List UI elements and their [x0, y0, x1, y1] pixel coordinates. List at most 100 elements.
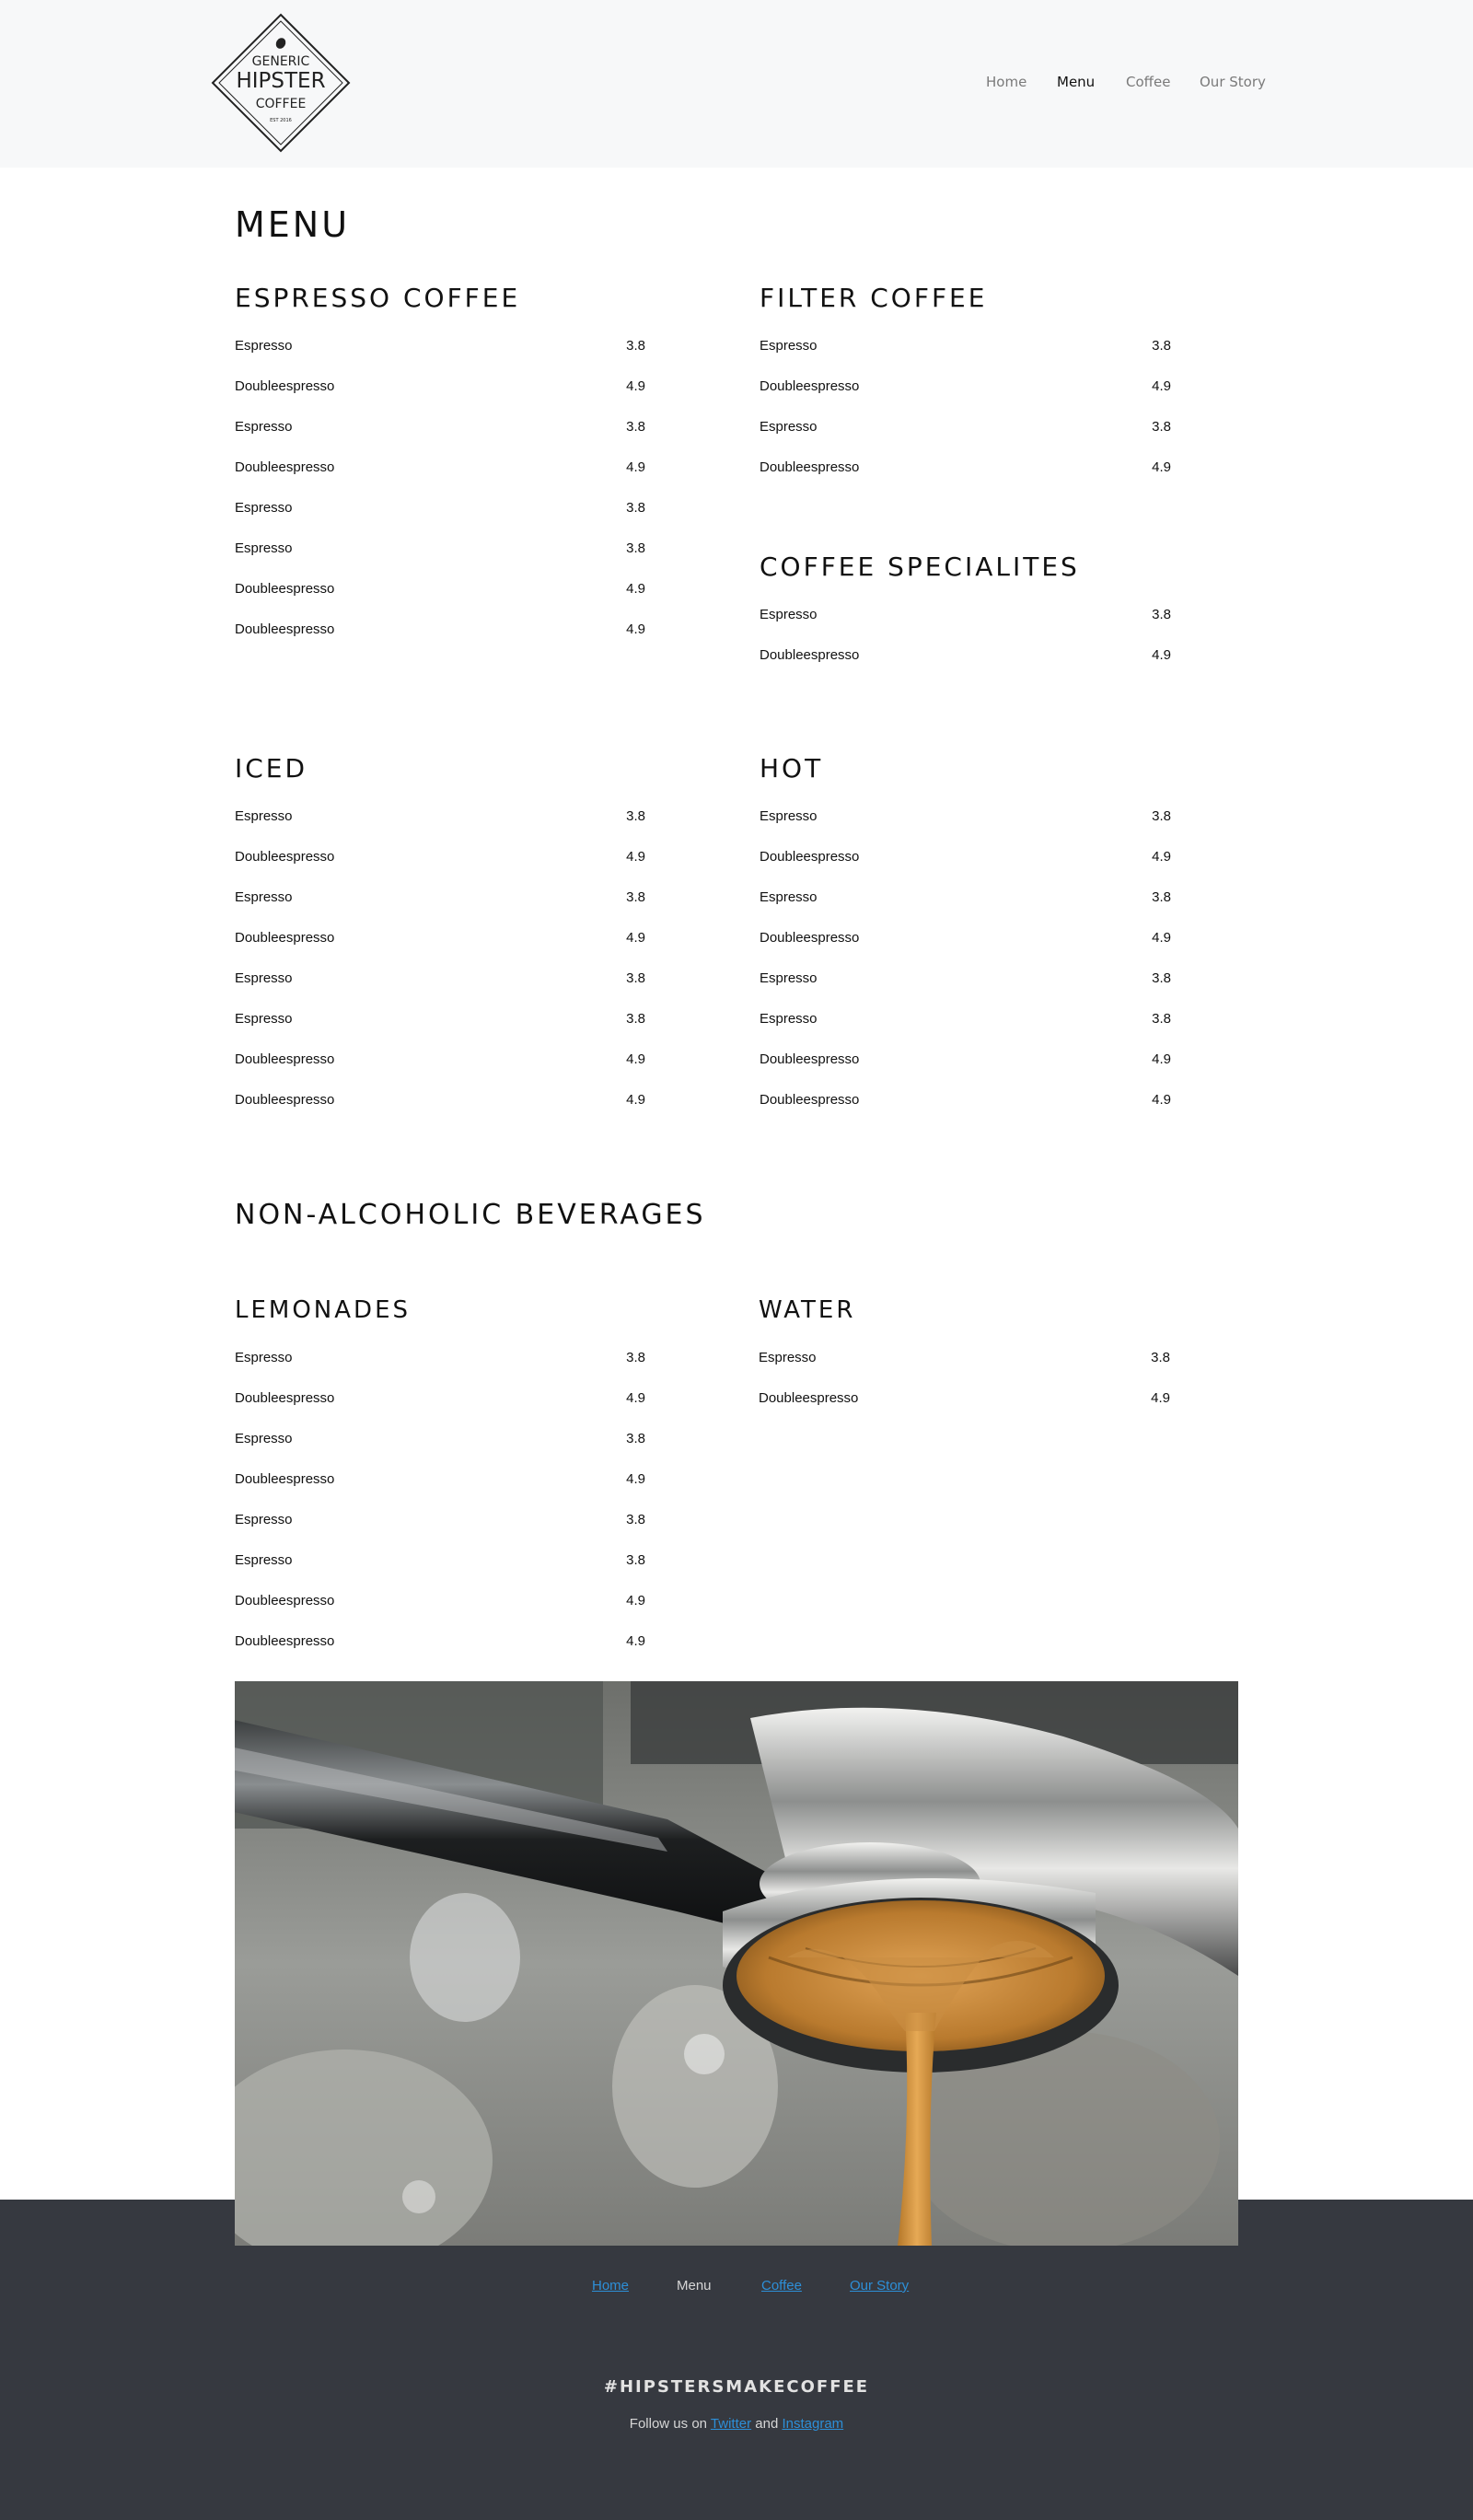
- section-lemonades: LEMONADES Espresso 3.8 Doubleespresso 4.9 Es…: [235, 1292, 645, 1662]
- section-espresso: ESPRESSO COFFEE Espresso 3.8 Doubleespress…: [235, 280, 645, 650]
- menu-item-name: Doubleespresso: [760, 849, 860, 865]
- footer-nav-our-story[interactable]: Our Story: [850, 2278, 909, 2294]
- menu-item-price: 3.8: [1152, 338, 1171, 354]
- menu-item-price: 3.8: [626, 1350, 645, 1365]
- menu-item: Doubleespresso 4.9: [235, 1378, 645, 1419]
- menu-item: Espresso 3.8: [235, 1540, 645, 1581]
- menu-item: Espresso 3.8: [760, 877, 1171, 918]
- non-alcoholic-title: NON-ALCOHOLIC BEVERAGES: [235, 1199, 706, 1231]
- menu-item: Doubleespresso 4.9: [760, 918, 1171, 958]
- menu-item: Espresso 3.8: [235, 326, 645, 366]
- site-footer: [0, 2200, 1473, 2520]
- menu-list: Espresso 3.8 Doubleespresso 4.9: [760, 595, 1171, 676]
- menu-item-price: 4.9: [626, 930, 645, 946]
- menu-item-name: Doubleespresso: [235, 1092, 335, 1108]
- section-title: ESPRESSO COFFEE: [235, 283, 521, 313]
- nav-coffee[interactable]: Coffee: [1126, 74, 1170, 90]
- menu-item: Doubleespresso 4.9: [760, 366, 1171, 407]
- menu-item-name: Espresso: [760, 338, 818, 354]
- brand-est: EST 2016: [270, 118, 292, 123]
- footer-nav: Home Menu Coffee Our Story: [0, 2278, 1473, 2298]
- menu-item-name: Doubleespresso: [235, 849, 335, 865]
- menu-item: Espresso 3.8: [760, 958, 1171, 999]
- nav-our-story[interactable]: Our Story: [1200, 74, 1266, 90]
- menu-item-price: 3.8: [1152, 1011, 1171, 1027]
- menu-item: Espresso 3.8: [235, 999, 645, 1039]
- menu-item: Espresso 3.8: [235, 877, 645, 918]
- menu-item: Doubleespresso 4.9: [235, 1080, 645, 1121]
- menu-list: Espresso 3.8 Doubleespresso 4.9 Espresso 3.8 D…: [760, 796, 1171, 1121]
- menu-item-price: 4.9: [1152, 647, 1171, 663]
- menu-item-name: Espresso: [235, 889, 293, 905]
- menu-item: Doubleespresso 4.9: [759, 1378, 1170, 1419]
- menu-item-price: 3.8: [1152, 970, 1171, 986]
- site-header: GENERIC HIPSTER COFFEE EST 2016 Home Men…: [0, 0, 1473, 168]
- menu-item-price: 4.9: [626, 1051, 645, 1067]
- menu-item: Doubleespresso 4.9: [235, 1459, 645, 1500]
- follow-and: and: [755, 2416, 779, 2432]
- menu-item-name: Espresso: [235, 1512, 293, 1527]
- brand-line1: GENERIC: [252, 54, 310, 69]
- menu-item-name: Doubleespresso: [235, 1633, 335, 1649]
- menu-item-price: 4.9: [626, 1593, 645, 1608]
- nav-home[interactable]: Home: [986, 74, 1026, 90]
- menu-item-name: Doubleespresso: [235, 930, 335, 946]
- twitter-link[interactable]: Twitter: [711, 2416, 751, 2432]
- section-title: ICED: [235, 753, 308, 784]
- menu-item-name: Espresso: [235, 419, 293, 435]
- menu-item-name: Espresso: [760, 970, 818, 986]
- menu-list: Espresso 3.8 Doubleespresso 4.9: [759, 1338, 1170, 1419]
- menu-item: Espresso 3.8: [760, 999, 1171, 1039]
- section-title: COFFEE SPECIALITES: [760, 552, 1080, 582]
- menu-item-name: Espresso: [235, 1431, 293, 1446]
- menu-item: Espresso 3.8: [759, 1338, 1170, 1378]
- menu-item-name: Espresso: [759, 1350, 817, 1365]
- menu-item: Espresso 3.8: [235, 796, 645, 837]
- menu-item-price: 4.9: [626, 459, 645, 475]
- menu-item: Doubleespresso 4.9: [235, 569, 645, 610]
- menu-item-price: 4.9: [626, 849, 645, 865]
- hashtag: #HIPSTERSMAKECOFFEE: [603, 2377, 870, 2397]
- menu-item: Doubleespresso 4.9: [235, 837, 645, 877]
- menu-item-name: Espresso: [760, 808, 818, 824]
- menu-item: Espresso 3.8: [235, 488, 645, 528]
- menu-item-price: 4.9: [626, 1390, 645, 1406]
- menu-item-name: Doubleespresso: [235, 1390, 335, 1406]
- menu-item: Espresso 3.8: [235, 528, 645, 569]
- espresso-machine-photo: [235, 1681, 1238, 2246]
- menu-item-name: Doubleespresso: [760, 1092, 860, 1108]
- menu-item-name: Espresso: [235, 540, 293, 556]
- menu-item: Doubleespresso 4.9: [235, 610, 645, 650]
- section-water: WATER Espresso 3.8 Doubleespresso 4.9: [759, 1292, 1170, 1419]
- menu-item: Doubleespresso 4.9: [235, 918, 645, 958]
- menu-item: Doubleespresso 4.9: [760, 837, 1171, 877]
- menu-item-price: 3.8: [626, 338, 645, 354]
- menu-item: Espresso 3.8: [760, 796, 1171, 837]
- section-title: FILTER COFFEE: [760, 283, 988, 313]
- menu-item: Doubleespresso 4.9: [235, 1039, 645, 1080]
- nav-menu[interactable]: Menu: [1057, 74, 1095, 90]
- footer-nav-home[interactable]: Home: [592, 2278, 629, 2294]
- footer-nav-coffee[interactable]: Coffee: [761, 2278, 802, 2294]
- menu-item-name: Espresso: [235, 808, 293, 824]
- menu-item-price: 4.9: [1151, 1390, 1170, 1406]
- menu-item: Doubleespresso 4.9: [760, 447, 1171, 488]
- menu-list: Espresso 3.8 Doubleespresso 4.9 Espresso 3.8 D…: [235, 796, 645, 1121]
- menu-item: Espresso 3.8: [760, 326, 1171, 366]
- menu-item-price: 3.8: [1152, 889, 1171, 905]
- menu-item-price: 3.8: [626, 1011, 645, 1027]
- menu-item-price: 3.8: [626, 1431, 645, 1446]
- section-title: LEMONADES: [235, 1296, 411, 1324]
- menu-item-name: Doubleespresso: [760, 647, 860, 663]
- menu-item: Doubleespresso 4.9: [235, 1621, 645, 1662]
- menu-item-name: Espresso: [235, 970, 293, 986]
- menu-item-price: 3.8: [626, 419, 645, 435]
- follow-line: Follow us on Twitter and Instagram: [0, 2416, 1473, 2432]
- menu-item-name: Espresso: [235, 1552, 293, 1568]
- section-specialties: COFFEE SPECIALITES Espresso 3.8 Doubleespr…: [760, 549, 1171, 676]
- menu-list: Espresso 3.8 Doubleespresso 4.9 Espresso 3.8 D…: [235, 326, 645, 650]
- menu-item-price: 4.9: [1152, 1051, 1171, 1067]
- instagram-link[interactable]: Instagram: [782, 2416, 843, 2432]
- brand-line3: COFFEE: [256, 97, 307, 111]
- menu-item: Espresso 3.8: [235, 958, 645, 999]
